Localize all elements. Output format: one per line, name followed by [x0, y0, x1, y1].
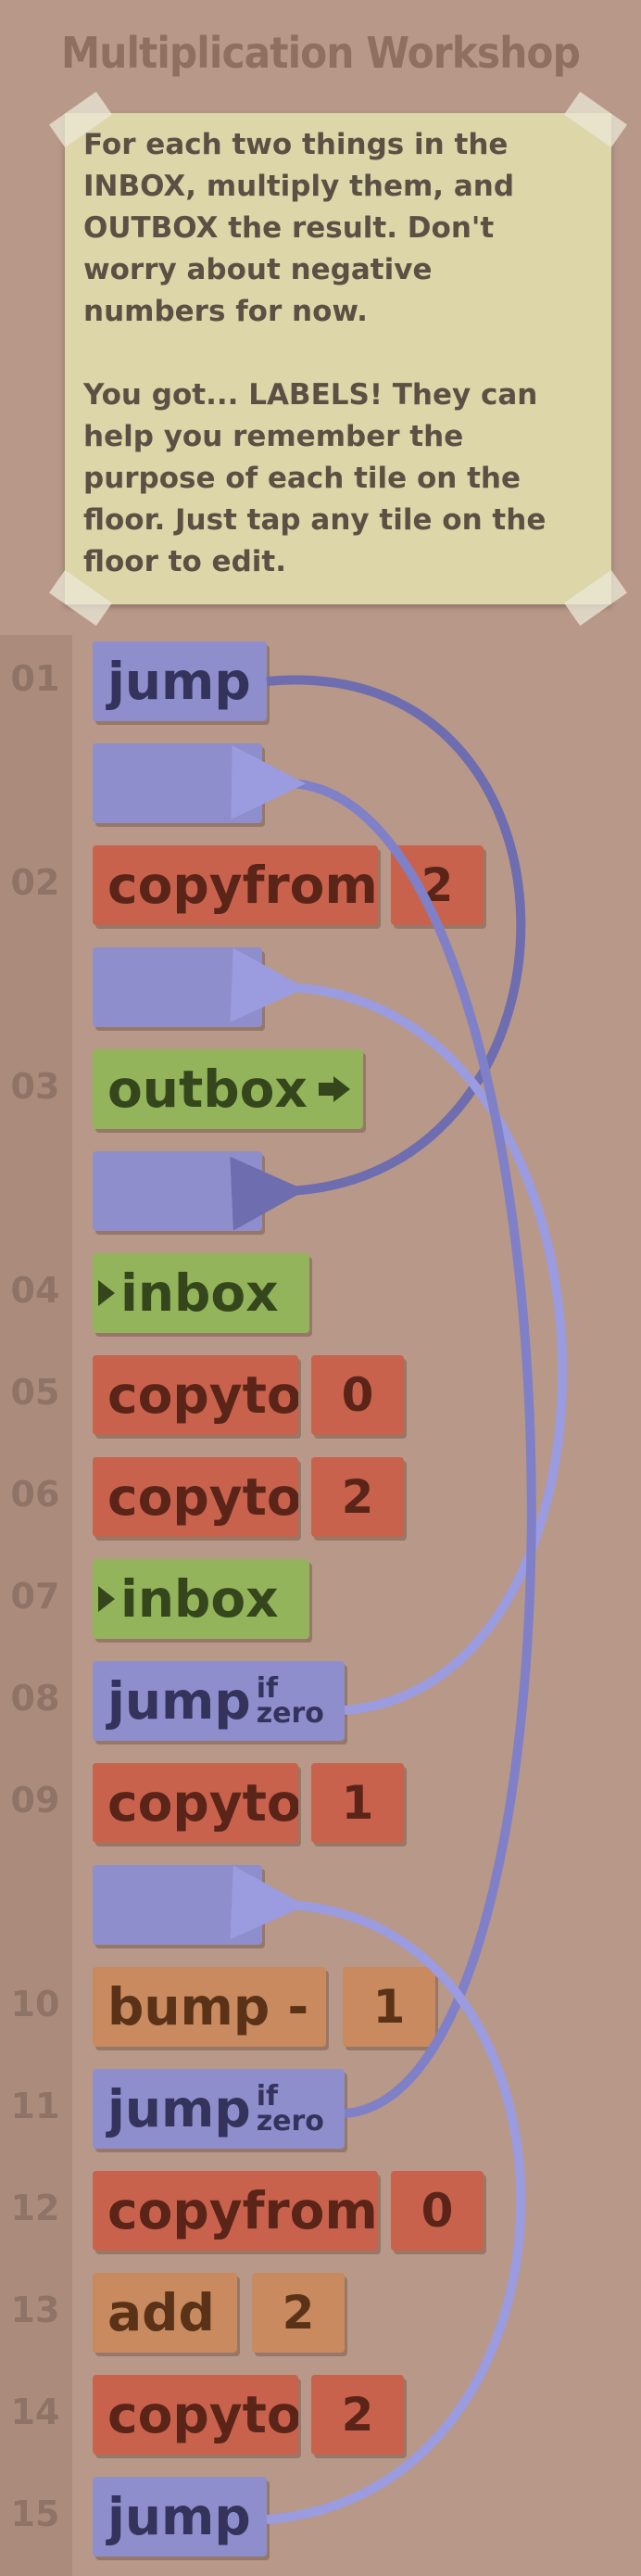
jump-arrow-icon [230, 675, 526, 1231]
jump-arrows-layer [230, 675, 568, 2524]
jump-arrow-icon [230, 1865, 526, 2524]
jump-arrow-icon [230, 947, 568, 1715]
